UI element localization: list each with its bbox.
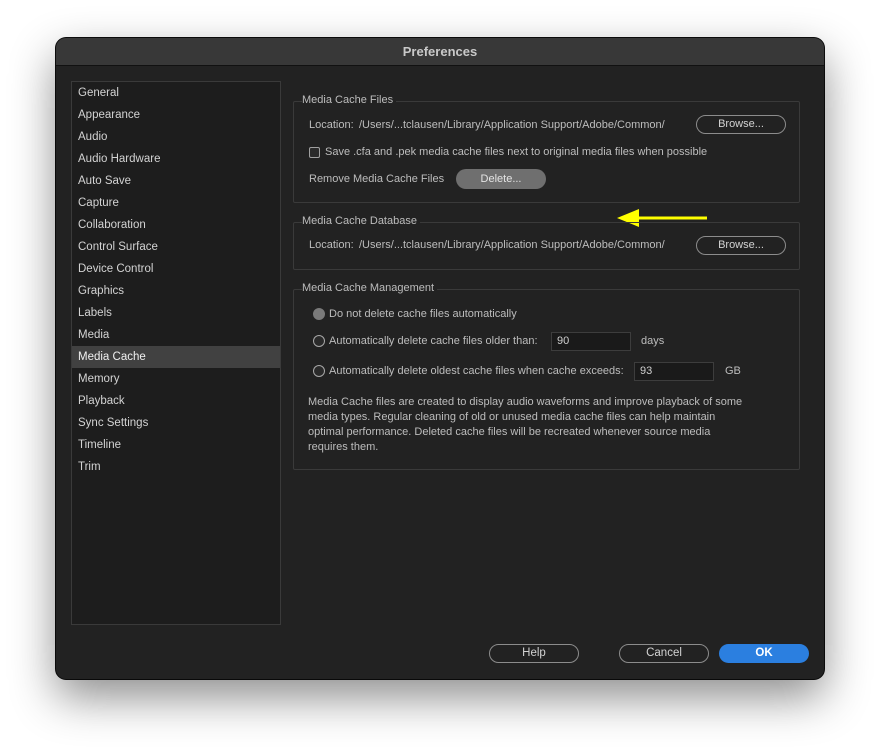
sidebar-item-audio[interactable]: Audio	[72, 126, 280, 148]
delete-cache-button[interactable]: Delete...	[456, 169, 546, 189]
files-location-label: Location:	[309, 119, 354, 131]
sidebar-item-control-surface[interactable]: Control Surface	[72, 236, 280, 258]
exceeds-unit: GB	[725, 365, 741, 377]
sidebar-item-auto-save[interactable]: Auto Save	[72, 170, 280, 192]
no-delete-label: Do not delete cache files automatically	[329, 308, 517, 320]
preferences-window: Preferences General Appearance Audio Aud…	[56, 38, 824, 679]
ok-button[interactable]: OK	[719, 644, 809, 663]
sidebar-item-media[interactable]: Media	[72, 324, 280, 346]
remove-cache-files-label: Remove Media Cache Files	[309, 173, 445, 185]
exceeds-label: Automatically delete oldest cache files …	[329, 365, 624, 377]
sidebar-item-playback[interactable]: Playback	[72, 390, 280, 412]
sidebar-item-capture[interactable]: Capture	[72, 192, 280, 214]
exceeds-gb-input[interactable]: 93	[634, 362, 714, 381]
sidebar-item-device-control[interactable]: Device Control	[72, 258, 280, 280]
files-browse-button[interactable]: Browse...	[696, 115, 786, 134]
files-location-path: /Users/...tclausen/Library/Application S…	[359, 119, 665, 131]
media-cache-database-title: Media Cache Database	[302, 215, 420, 227]
sidebar-item-trim[interactable]: Trim	[72, 456, 280, 478]
older-than-label: Automatically delete cache files older t…	[329, 335, 538, 347]
sidebar-item-timeline[interactable]: Timeline	[72, 434, 280, 456]
sidebar-item-audio-hardware[interactable]: Audio Hardware	[72, 148, 280, 170]
exceeds-radio[interactable]	[313, 365, 325, 377]
older-than-radio[interactable]	[313, 335, 325, 347]
sidebar-item-appearance[interactable]: Appearance	[72, 104, 280, 126]
cancel-button[interactable]: Cancel	[619, 644, 709, 663]
database-location-path: /Users/...tclausen/Library/Application S…	[359, 239, 665, 251]
sidebar-item-general[interactable]: General	[72, 82, 280, 104]
media-cache-files-title: Media Cache Files	[302, 94, 397, 106]
sidebar-item-media-cache[interactable]: Media Cache	[72, 346, 280, 368]
window-title: Preferences	[56, 38, 824, 66]
save-next-to-media-label: Save .cfa and .pek media cache files nex…	[325, 146, 708, 158]
help-button[interactable]: Help	[489, 644, 579, 663]
older-than-unit: days	[641, 335, 665, 347]
database-location-label: Location:	[309, 239, 354, 251]
save-next-to-media-checkbox[interactable]	[309, 147, 320, 158]
sidebar-item-labels[interactable]: Labels	[72, 302, 280, 324]
sidebar-item-graphics[interactable]: Graphics	[72, 280, 280, 302]
preferences-sidebar: General Appearance Audio Audio Hardware …	[71, 81, 281, 625]
media-cache-description: Media Cache files are created to display…	[308, 396, 743, 453]
sidebar-item-sync-settings[interactable]: Sync Settings	[72, 412, 280, 434]
older-than-days-input[interactable]: 90	[551, 332, 631, 351]
sidebar-item-collaboration[interactable]: Collaboration	[72, 214, 280, 236]
media-cache-management-title: Media Cache Management	[302, 282, 438, 294]
no-delete-radio[interactable]	[313, 308, 325, 320]
database-browse-button[interactable]: Browse...	[696, 236, 786, 255]
sidebar-item-memory[interactable]: Memory	[72, 368, 280, 390]
